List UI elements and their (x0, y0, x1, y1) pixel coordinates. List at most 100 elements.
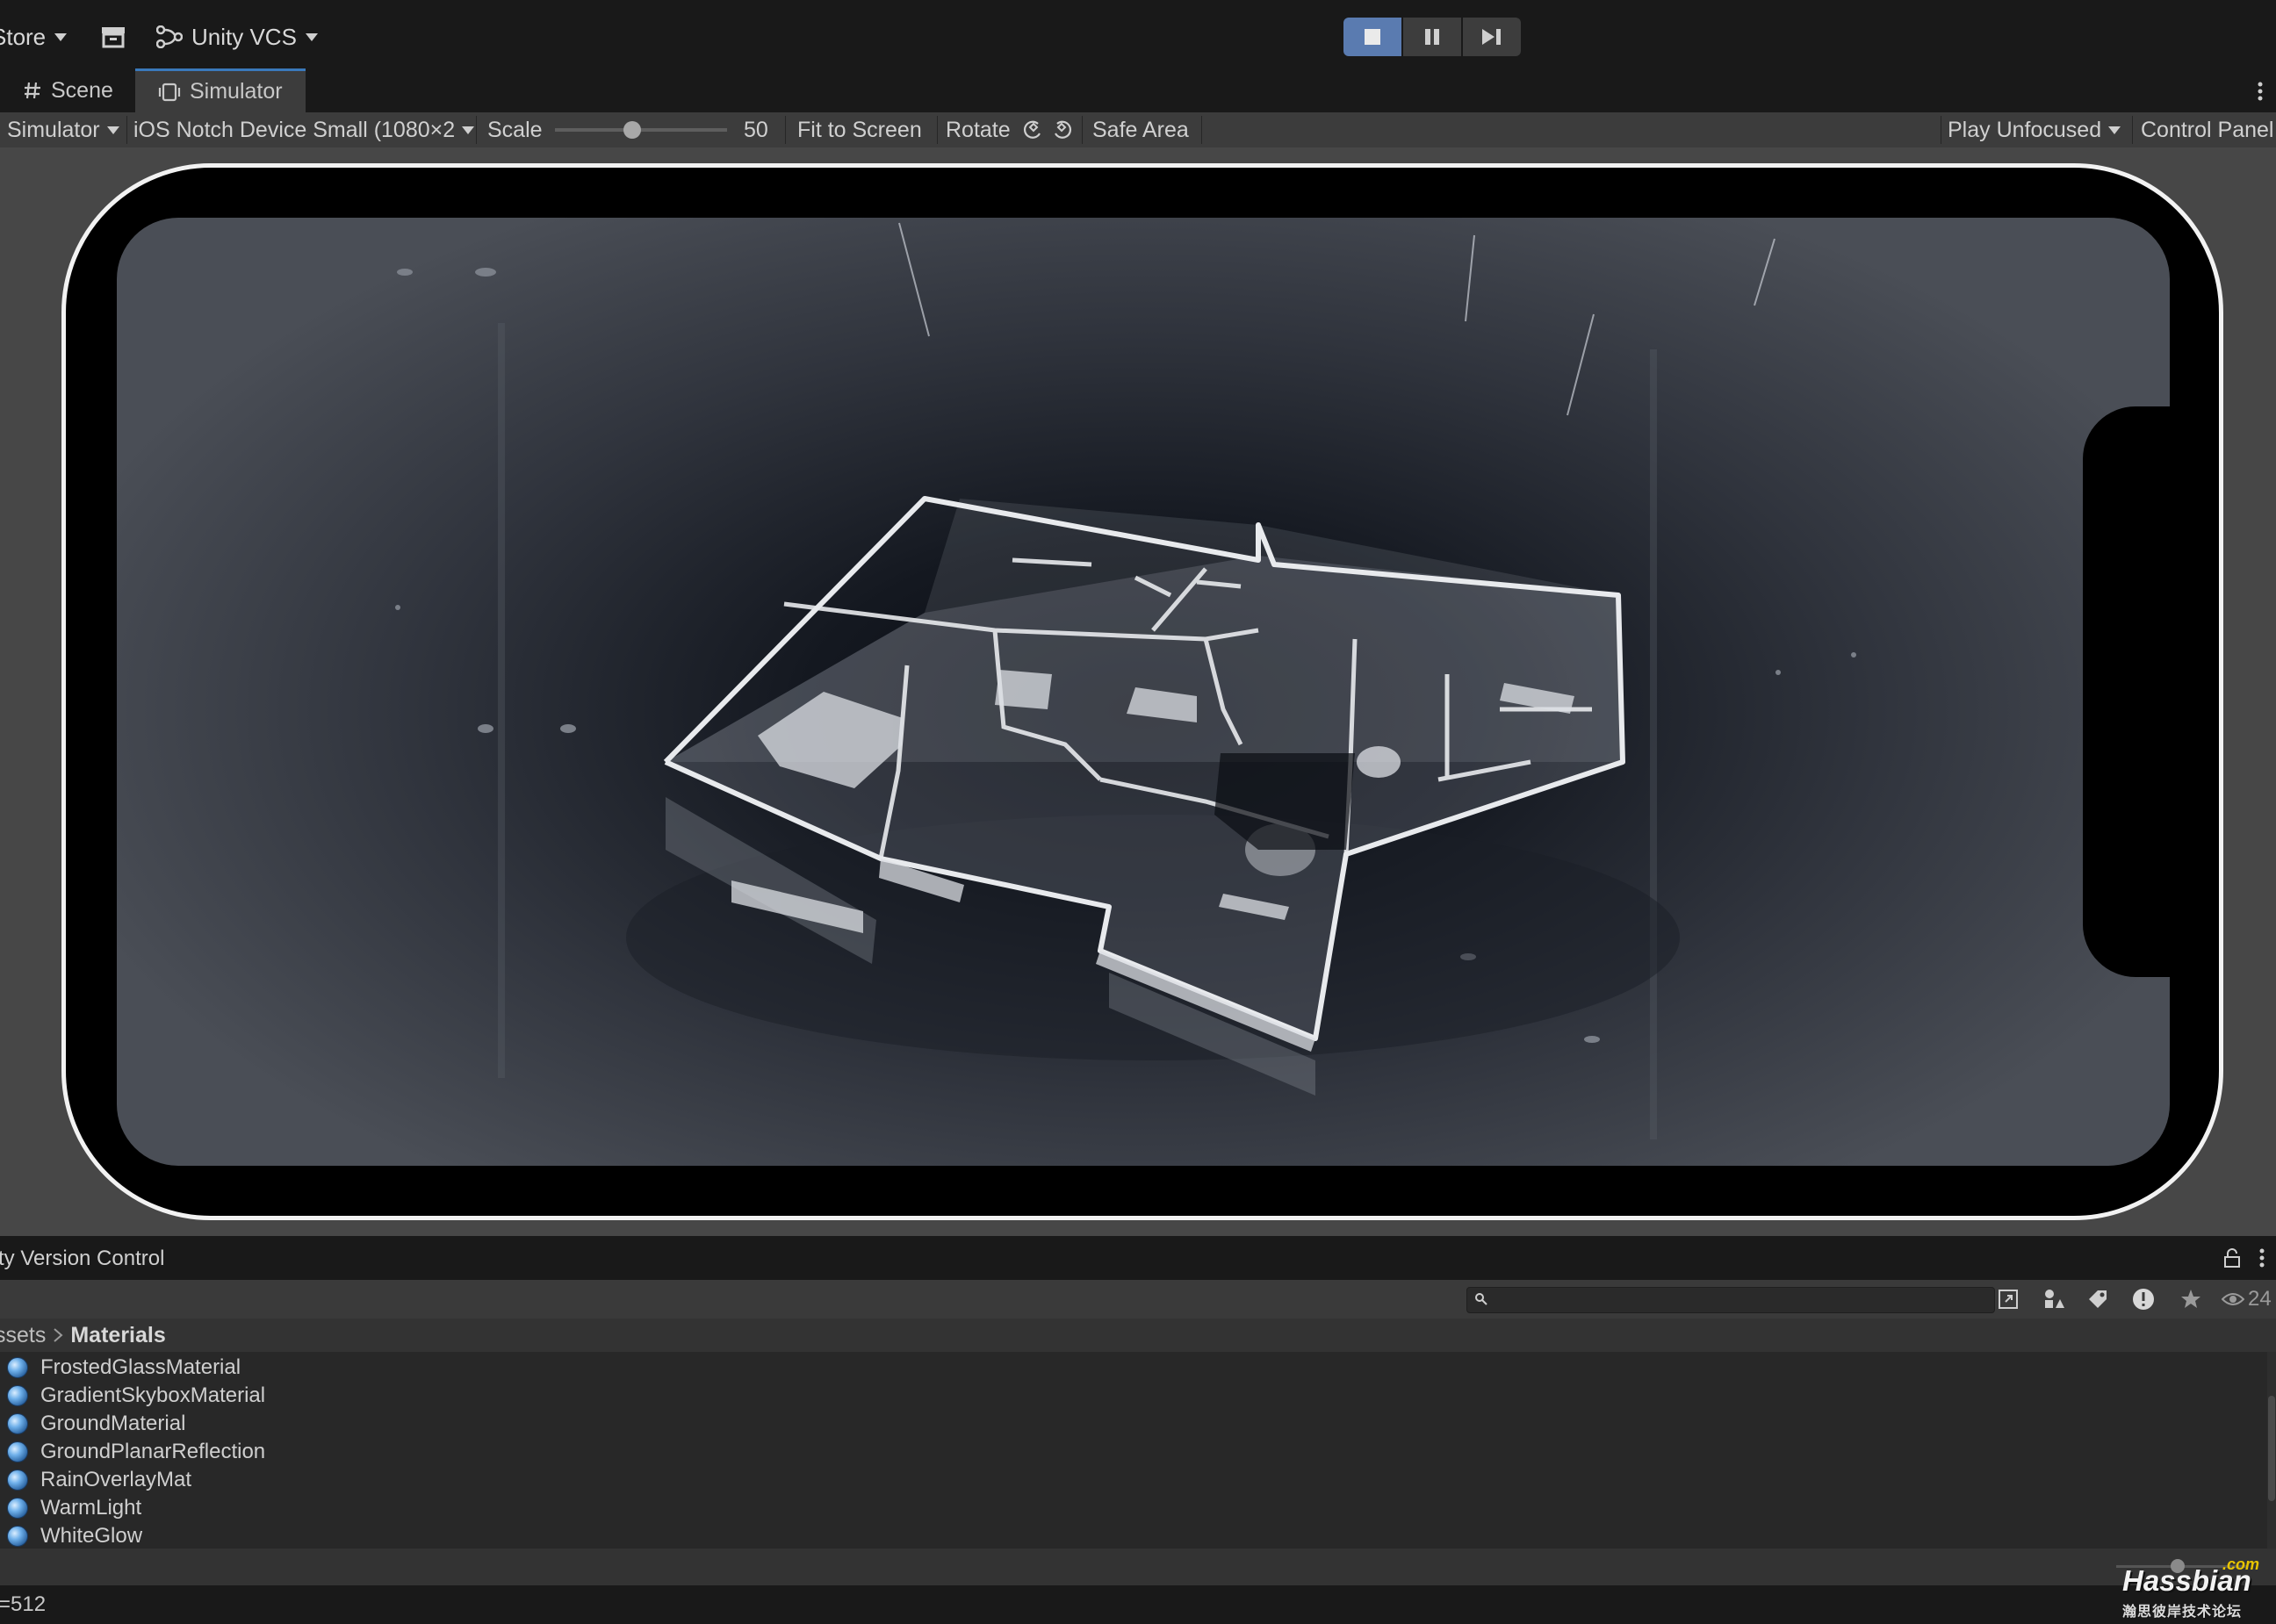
divider (1082, 116, 1083, 144)
list-item[interactable]: WarmLight (7, 1494, 141, 1522)
asset-list-scrollbar[interactable] (2267, 1352, 2276, 1549)
divider (1201, 116, 1202, 144)
scale-slider-track[interactable] (555, 121, 727, 139)
material-icon (7, 1470, 28, 1491)
mode-dropdown[interactable]: Simulator (7, 112, 119, 147)
scale-label: Scale (487, 117, 543, 142)
mode-label: Simulator (7, 117, 100, 142)
status-text: =512 (0, 1592, 47, 1616)
asset-name: FrostedGlassMaterial (40, 1355, 241, 1379)
floorplan-render (395, 222, 1856, 1139)
hidden-count: 24 (2248, 1287, 2272, 1311)
material-icon (7, 1498, 28, 1519)
fit-to-screen-button[interactable]: Fit to Screen (797, 112, 922, 147)
rotate-left-icon[interactable] (1020, 119, 1045, 142)
asset-name: GroundPlanarReflection (40, 1440, 266, 1463)
breadcrumb: ssets Materials (0, 1319, 2276, 1352)
list-item[interactable]: GroundPlanarReflection (7, 1438, 265, 1466)
watermark-brand: Hassbian (2122, 1564, 2251, 1597)
list-item[interactable]: GroundMaterial (7, 1410, 185, 1438)
chevron-down-icon (106, 126, 119, 134)
hash-icon (23, 81, 42, 100)
material-icon (7, 1357, 28, 1378)
eye-icon (2222, 1291, 2244, 1307)
branch-icon (156, 25, 183, 48)
simulator-viewport[interactable] (0, 147, 2276, 1236)
main-toolbar: Store Unity VCS (0, 0, 2276, 68)
material-icon (7, 1441, 28, 1462)
search-popout-icon[interactable] (1993, 1284, 2023, 1314)
chevron-down-icon (462, 126, 475, 134)
list-item[interactable]: FrostedGlassMaterial (7, 1354, 241, 1382)
simulator-toolbar: Simulator iOS Notch Device Small (1080×2… (0, 112, 2276, 148)
breadcrumb-assets[interactable]: ssets (0, 1323, 46, 1348)
device-icon (158, 83, 181, 102)
warning-icon[interactable] (2128, 1284, 2158, 1314)
list-item[interactable]: RainOverlayMat (7, 1466, 191, 1494)
scrollbar-thumb[interactable] (2268, 1396, 2275, 1501)
scale-slider-thumb[interactable] (623, 121, 642, 139)
status-bar: =512 (0, 1585, 2276, 1624)
chevron-down-icon (305, 32, 318, 41)
scale-value: 50 (744, 117, 768, 142)
asset-name: RainOverlayMat (40, 1468, 192, 1491)
divider (126, 116, 127, 144)
chevron-right-icon (53, 1327, 63, 1343)
panel-title: ty Version Control (0, 1247, 165, 1270)
chevron-down-icon (54, 32, 68, 41)
divider (937, 116, 938, 144)
device-notch (2083, 406, 2179, 977)
divider (785, 116, 786, 144)
material-icon (7, 1385, 28, 1406)
tab-simulator[interactable]: Simulator (135, 68, 306, 112)
asset-list: FrostedGlassMaterial GradientSkyboxMater… (0, 1352, 2248, 1549)
filter-by-type-icon[interactable] (2039, 1284, 2069, 1314)
safe-area-toggle[interactable]: Safe Area (1092, 112, 1189, 147)
vcs-label: Unity VCS (191, 23, 297, 50)
search-input[interactable] (1466, 1287, 1995, 1313)
tab-label: Scene (51, 77, 113, 103)
asset-store-dropdown[interactable]: Store (0, 21, 68, 53)
view-tabs: Scene Simulator (0, 68, 2276, 112)
version-control-header: ty Version Control (0, 1236, 2276, 1280)
divider (476, 116, 477, 144)
asset-name: WarmLight (40, 1496, 142, 1520)
list-item[interactable]: GradientSkyboxMaterial (7, 1382, 265, 1410)
watermark-subtitle: 瀚思彼岸技术论坛 (2122, 1605, 2243, 1620)
rotate-right-icon[interactable] (1050, 119, 1075, 142)
pause-icon (1425, 29, 1439, 45)
play-mode-label: Play Unfocused (1948, 117, 2102, 142)
asset-footer (0, 1549, 2276, 1585)
step-icon (1482, 29, 1501, 45)
device-dropdown[interactable]: iOS Notch Device Small (1080×2 (133, 112, 475, 147)
stop-icon (1365, 29, 1380, 45)
play-mode-dropdown[interactable]: Play Unfocused (1948, 112, 2121, 147)
label-tag-icon[interactable] (2083, 1284, 2113, 1314)
rain-streaks (898, 222, 1775, 416)
tab-scene[interactable]: Scene (0, 68, 136, 112)
pause-button[interactable] (1403, 18, 1461, 56)
watermark-logo: .com Hassbian 瀚思彼岸技术论坛 (2121, 1556, 2272, 1620)
device-label: iOS Notch Device Small (1080×2 (133, 117, 456, 142)
divider (2132, 116, 2133, 144)
chevron-down-icon (2108, 126, 2121, 134)
unity-vcs-dropdown[interactable]: Unity VCS (156, 21, 318, 53)
lock-icon[interactable] (2223, 1248, 2241, 1268)
game-view-screen[interactable] (117, 218, 2170, 1166)
kebab-menu-icon[interactable] (2258, 1247, 2265, 1268)
project-search-row (0, 1280, 2276, 1319)
search-icon (1474, 1292, 1488, 1306)
tab-label: Simulator (190, 79, 283, 104)
material-icon (7, 1413, 28, 1434)
favorite-star-icon[interactable] (2176, 1284, 2206, 1314)
control-panel-button[interactable]: Control Panel (2141, 112, 2273, 147)
asset-name: GradientSkyboxMaterial (40, 1383, 266, 1407)
list-item[interactable]: WhiteGlow (7, 1522, 142, 1550)
step-button[interactable] (1463, 18, 1521, 56)
archive-icon[interactable] (100, 25, 126, 49)
stop-button[interactable] (1343, 18, 1401, 56)
kebab-menu-icon[interactable] (2257, 81, 2264, 102)
asset-name: GroundMaterial (40, 1412, 186, 1435)
hidden-packages-toggle[interactable]: 24 (2222, 1287, 2272, 1311)
breadcrumb-materials[interactable]: Materials (70, 1323, 165, 1348)
